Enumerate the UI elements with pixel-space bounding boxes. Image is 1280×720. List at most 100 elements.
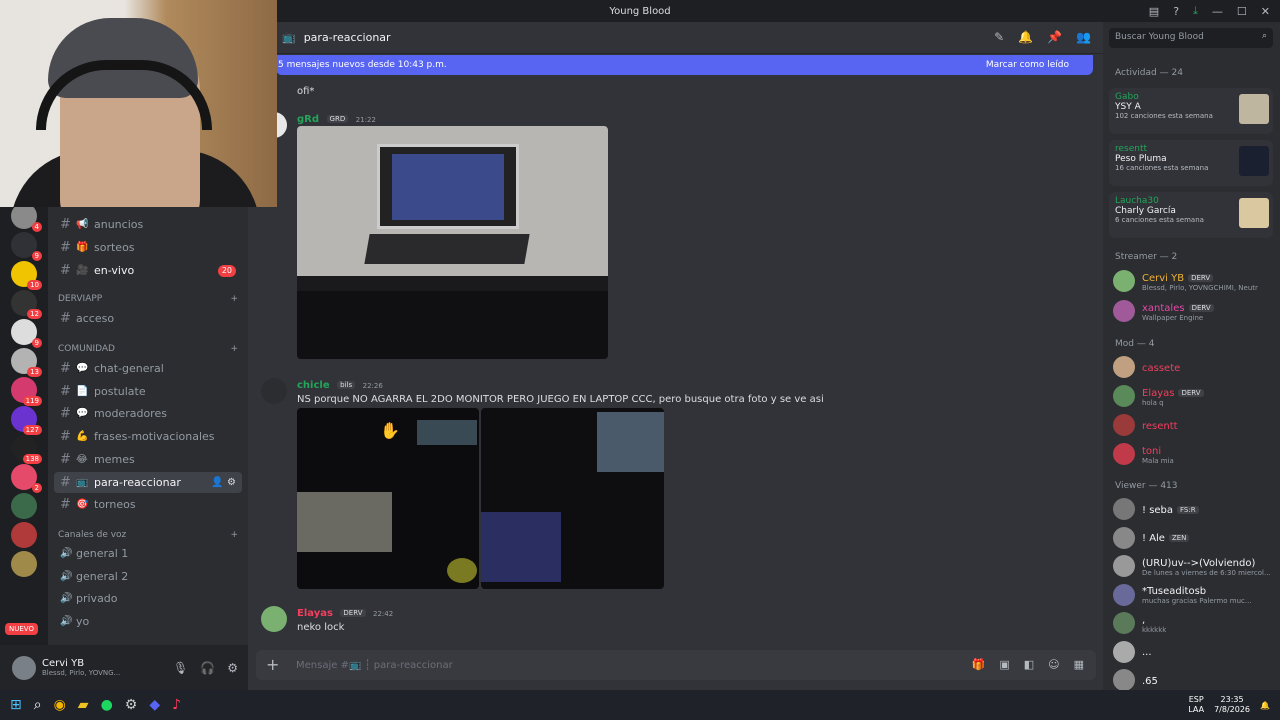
category-header[interactable]: DERVIAPP + — [58, 294, 238, 304]
server-tag: ZEN — [1168, 534, 1190, 542]
server-icon[interactable] — [11, 551, 37, 577]
help-icon[interactable]: ? — [1173, 5, 1179, 18]
activity-card[interactable]: resentt Peso Pluma 16 canciones esta seman… — [1109, 140, 1273, 186]
channel-label: para-reaccionar — [94, 475, 181, 489]
emoji-icon[interactable]: ☺ — [1048, 658, 1059, 671]
server-badge: 10 — [27, 280, 42, 290]
add-channel-icon[interactable]: + — [230, 294, 238, 304]
activity-card[interactable]: Gabo YSY A 102 canciones esta semana — [1109, 88, 1273, 134]
category-label: Canales de voz — [58, 530, 127, 540]
channel-frases-motivacionales[interactable]: # 💪 frases-motivacionales — [54, 426, 242, 447]
server-icon[interactable]: 10 — [11, 261, 42, 290]
microphone-icon[interactable]: 🎙 — [173, 661, 188, 675]
server-icon[interactable]: 138 — [11, 435, 42, 464]
folder-icon[interactable]: ▰ — [78, 697, 89, 713]
tiktok-icon[interactable]: ♪ — [172, 697, 181, 713]
search-input[interactable]: Buscar Young Blood ⌕ — [1109, 28, 1273, 48]
server-icon[interactable]: 2 — [11, 464, 42, 493]
channel-torneos[interactable]: # 🎯 torneos — [54, 494, 242, 515]
voice-channel[interactable]: 🔊 yo — [54, 611, 242, 632]
category-header[interactable]: COMUNIDAD + — [58, 344, 238, 354]
window-title: Young Blood — [609, 5, 671, 17]
channel-sorteos[interactable]: # 🎁 sorteos — [54, 237, 242, 258]
server-icon[interactable]: 119 — [11, 377, 42, 406]
channel-acceso[interactable]: # acceso — [54, 308, 242, 329]
member-item[interactable]: xantales DERV Wallpaper Engine — [1113, 298, 1277, 324]
channel-settings-icon[interactable]: 👤 ⚙ — [211, 477, 236, 488]
member-item[interactable]: (URU)uv-->(Volviendo) De lunes a viernes … — [1113, 553, 1277, 579]
server-icon[interactable]: 9 — [11, 319, 42, 348]
channel-postulate[interactable]: # 📄 postulate — [54, 381, 242, 402]
category-header[interactable]: Canales de voz + — [58, 530, 238, 540]
member-item[interactable]: , kkkkkk — [1113, 610, 1277, 636]
member-item[interactable]: toni Mala mia — [1113, 441, 1277, 467]
members-icon[interactable]: 👥 — [1076, 30, 1091, 44]
sticker-icon[interactable]: ◧ — [1024, 658, 1034, 671]
chrome-icon[interactable]: ◉ — [54, 697, 66, 713]
settings-icon[interactable]: ⚙ — [125, 697, 138, 713]
threads-icon[interactable]: ✎ — [994, 30, 1004, 44]
new-messages-banner[interactable]: 5 mensajes nuevos desde 10:43 p.m. Marca… — [276, 55, 1093, 75]
windows-start-icon[interactable]: ⊞ — [10, 697, 22, 713]
attachment-image[interactable] — [481, 408, 664, 589]
add-attachment-icon[interactable]: + — [266, 655, 279, 674]
member-item[interactable]: Elayas DERV hola q — [1113, 383, 1277, 409]
add-channel-icon[interactable]: + — [230, 530, 238, 540]
gif-icon[interactable]: ▣ — [999, 658, 1009, 671]
mark-read-button[interactable]: Marcar como leído — [986, 60, 1069, 70]
channel-moderadores[interactable]: # 💬 moderadores — [54, 403, 242, 424]
avatar[interactable] — [12, 655, 36, 680]
server-icon[interactable] — [11, 493, 37, 519]
avatar[interactable] — [261, 378, 287, 404]
server-icon[interactable] — [11, 522, 37, 548]
voice-channel[interactable]: 🔊 general 2 — [54, 566, 242, 587]
headphones-toggle-icon[interactable]: 🎧 — [200, 661, 215, 675]
inbox-icon[interactable]: ▤ — [1149, 5, 1159, 18]
gift-icon[interactable]: 🎁 — [972, 658, 986, 671]
attachment-image[interactable] — [297, 126, 608, 359]
minimize-button[interactable]: — — [1212, 5, 1223, 18]
message-author[interactable]: Elayas — [297, 608, 333, 619]
member-item[interactable]: resentt — [1113, 412, 1277, 438]
close-button[interactable]: ✕ — [1261, 5, 1270, 18]
hash-icon: # — [60, 361, 71, 376]
message-composer[interactable]: + Mensaje #📺 ┆ para-reaccionar 🎁 ▣ ◧ ☺ ▦ — [256, 650, 1096, 680]
member-item[interactable]: cassete — [1113, 354, 1277, 380]
member-item[interactable]: ... — [1113, 639, 1277, 665]
server-icon[interactable]: 13 — [11, 348, 42, 377]
pin-icon[interactable]: 📌 — [1047, 30, 1062, 44]
window-controls: ▤ ? ⤓ — ☐ ✕ — [1149, 0, 1280, 22]
maximize-button[interactable]: ☐ — [1237, 5, 1247, 18]
channel-en-vivo[interactable]: # 🎥 en-vivo 20 — [54, 260, 242, 281]
activity-card[interactable]: Laucha30 Charly García 6 canciones esta se… — [1109, 192, 1273, 238]
member-item[interactable]: ! seba FS:R — [1113, 496, 1277, 522]
hash-icon: # — [60, 474, 71, 490]
channel-memes[interactable]: # 😂 memes — [54, 449, 242, 470]
bell-icon[interactable]: 🔔 — [1018, 30, 1033, 44]
avatar[interactable] — [261, 606, 287, 632]
member-item[interactable]: Cervi YB DERV Blessd, Pirlo, YOVNGCHIMI, N… — [1113, 268, 1277, 294]
message-author[interactable]: gRd — [297, 114, 319, 125]
voice-channel[interactable]: 🔊 privado — [54, 588, 242, 609]
notification-icon[interactable]: 🔔 — [1260, 701, 1270, 710]
lang-indicator[interactable]: ESP LAA — [1188, 695, 1204, 715]
server-icon[interactable]: 9 — [11, 232, 42, 261]
add-channel-icon[interactable]: + — [230, 344, 238, 354]
apps-icon[interactable]: ▦ — [1074, 658, 1084, 671]
member-status: kkkkkk — [1142, 625, 1167, 634]
member-item[interactable]: ! Ale ZEN — [1113, 525, 1277, 551]
channel-para-reaccionar[interactable]: # 📺 para-reaccionar 👤 ⚙ — [54, 471, 242, 493]
clock[interactable]: 23:35 7/8/2026 — [1214, 695, 1250, 715]
server-icon[interactable]: 127 — [11, 406, 42, 435]
search-icon[interactable]: ⌕ — [34, 697, 42, 713]
settings-icon[interactable]: ⚙ — [227, 661, 238, 675]
message-author[interactable]: chicle — [297, 380, 330, 391]
download-icon[interactable]: ⤓ — [1193, 4, 1198, 18]
channel-anuncios[interactable]: # 📢 anuncios — [54, 214, 242, 235]
channel-chat-general[interactable]: # 💬 chat-general — [54, 358, 242, 379]
member-item[interactable]: *Tuseaditosb muchas gracias Palermo muc..… — [1113, 582, 1277, 608]
discord-icon[interactable]: ◆ — [149, 697, 160, 713]
voice-channel[interactable]: 🔊 general 1 — [54, 543, 242, 564]
server-icon[interactable]: 12 — [11, 290, 42, 319]
spotify-icon[interactable]: ● — [101, 697, 113, 713]
